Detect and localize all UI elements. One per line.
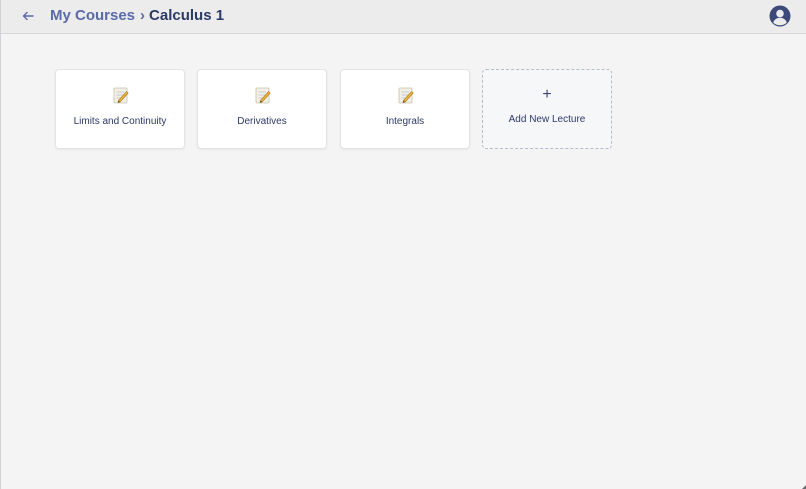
arrow-left-icon: [22, 11, 34, 21]
app-window: My Courses › Calculus 1 Limits and Conti…: [0, 0, 806, 489]
breadcrumb: My Courses › Calculus 1: [50, 7, 224, 25]
lecture-card[interactable]: Integrals: [340, 69, 470, 149]
top-bar: My Courses › Calculus 1: [1, 0, 806, 34]
memo-pencil-icon: [398, 87, 414, 104]
lecture-card[interactable]: Limits and Continuity: [55, 69, 185, 149]
memo-pencil-icon: [255, 87, 271, 104]
lecture-title: Integrals: [385, 116, 425, 127]
page-title: Calculus 1: [149, 7, 225, 24]
resize-corner-icon: [802, 485, 806, 489]
back-button[interactable]: [18, 6, 38, 26]
user-avatar-icon: [769, 5, 791, 27]
lecture-card[interactable]: Derivatives: [197, 69, 327, 149]
plus-icon: +: [542, 86, 552, 103]
breadcrumb-separator: ›: [140, 7, 146, 24]
lecture-title: Limits and Continuity: [73, 116, 167, 127]
add-lecture-label: Add New Lecture: [508, 114, 586, 125]
memo-pencil-icon: [113, 87, 129, 104]
breadcrumb-my-courses-link[interactable]: My Courses: [50, 7, 135, 25]
add-lecture-button[interactable]: + Add New Lecture: [482, 69, 612, 149]
lecture-title: Derivatives: [237, 116, 287, 127]
user-avatar-button[interactable]: [769, 5, 791, 27]
